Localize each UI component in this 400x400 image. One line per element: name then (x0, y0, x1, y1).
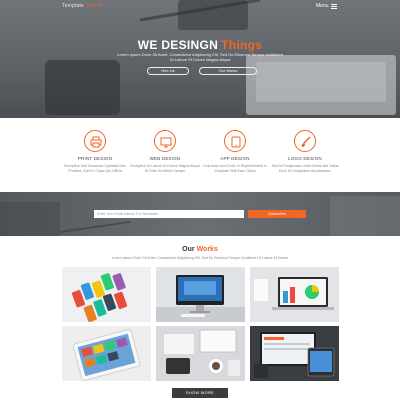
service-app: APP DESIGN Duis Aute Irure Dolor In Repr… (200, 130, 270, 173)
works-title-main: Our (182, 246, 195, 253)
service-print: PRINT DESIGN Excepteur Sint Occaecat Cup… (60, 130, 130, 173)
hamburger-icon (330, 3, 337, 9)
services-section: PRINT DESIGN Excepteur Sint Occaecat Cup… (0, 118, 400, 192)
portfolio-item-devices[interactable] (250, 326, 339, 381)
show-more-button[interactable]: SHOW MORE (172, 388, 228, 398)
hero-title-accent: Things (221, 38, 263, 52)
works-subtitle: Lorem Ipsum Dolor Sit Amet, Consectetur … (111, 256, 289, 260)
brush-icon (294, 130, 316, 152)
menu-button[interactable]: Menu (316, 3, 337, 9)
service-text: Excepteur Ut Labore Et Dolore Magna Aliq… (130, 164, 200, 173)
hero-title: WE DESINGN Things (0, 38, 400, 52)
portfolio-item-imac[interactable] (156, 267, 245, 322)
portfolio-item-desk[interactable] (156, 326, 245, 381)
hire-us-button[interactable]: Hire Us (147, 67, 189, 75)
hero-section: Template Theme Menu WE DESINGN Things Lore… (0, 0, 400, 118)
portfolio-item-tablet[interactable] (62, 326, 151, 381)
works-title-accent: Works (196, 246, 218, 253)
works-title: Our Works (0, 246, 400, 253)
service-title: LOGO DESIGN (288, 156, 322, 161)
print-icon (84, 130, 106, 152)
tablet-icon (224, 130, 246, 152)
service-title: WEB DESIGN (149, 156, 181, 161)
service-title: PRINT DESIGN (77, 156, 113, 161)
service-text: Duis Aute Irure Dolor In Reprehenderit I… (203, 164, 267, 173)
service-web: WEB DESIGN Excepteur Ut Labore Et Dolore… (130, 130, 200, 173)
brand-name: Template (62, 3, 84, 9)
newsletter-email-input[interactable]: Enter Your Email Adress For Newsletter (94, 210, 244, 218)
service-text: Excepteur Sint Occaecat Cupidatat Non Pr… (64, 164, 126, 173)
brand-logo[interactable]: Template Theme (62, 3, 102, 9)
hero-title-main: WE DESINGN (137, 38, 219, 52)
our-works-button[interactable]: Our Works (199, 67, 257, 75)
brand-accent: Theme (85, 3, 103, 9)
menu-label: Menu (316, 3, 329, 9)
hero-subtitle: Lorem Ipsum Dolor Sit Amet, Consectetur … (117, 52, 283, 62)
top-nav-bar: Template Theme Menu (0, 0, 400, 14)
service-title: APP DESIGN (220, 156, 250, 161)
web-design-icon (154, 130, 176, 152)
portfolio-item-laptop[interactable] (250, 267, 339, 322)
service-text: Sed Ut Perspiciatis Unde Omnis Iste Natu… (271, 164, 339, 173)
subscribe-button[interactable]: Subscribe (248, 210, 306, 218)
newsletter-section: Enter Your Email Adress For Newsletter S… (0, 192, 400, 236)
portfolio-item-phones[interactable] (62, 267, 151, 322)
service-logo: LOGO DESIGN Sed Ut Perspiciatis Unde Omn… (270, 130, 340, 173)
